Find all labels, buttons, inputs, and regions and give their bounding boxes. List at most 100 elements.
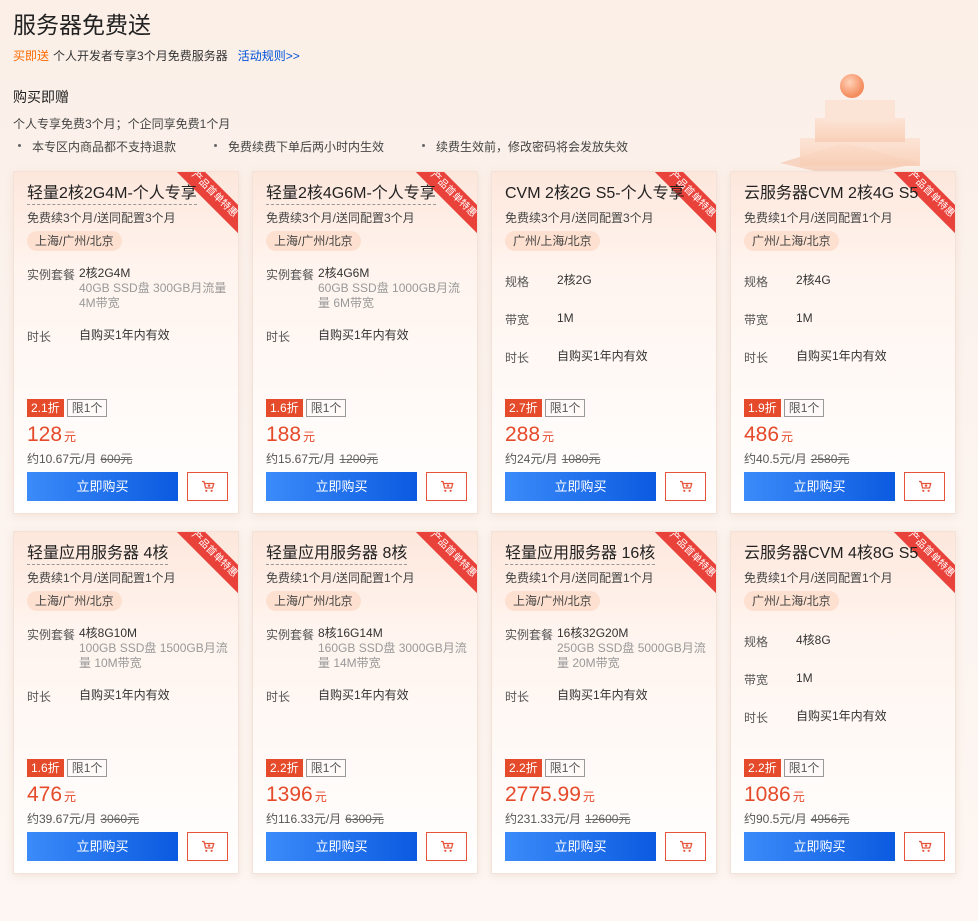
- region-badge[interactable]: 上海/广州/北京: [505, 591, 600, 611]
- activity-rules-link[interactable]: 活动规则>>: [238, 49, 300, 63]
- spec-main: 自购买1年内有效: [557, 688, 648, 702]
- spec-main: 自购买1年内有效: [318, 688, 409, 702]
- product-card: 产品首单特惠 轻量2核2G4M-个人专享 免费续3个月/送同配置3个月 上海/广…: [13, 171, 239, 514]
- spec-label: 时长: [744, 351, 769, 365]
- buy-now-button[interactable]: 立即购买: [505, 472, 656, 501]
- spec-label: 实例套餐: [27, 268, 76, 282]
- region-badge[interactable]: 上海/广州/北京: [27, 591, 122, 611]
- monthly-price: 约24元/月 1080元: [505, 450, 600, 467]
- page-title: 服务器免费送: [13, 12, 151, 38]
- spec-value: 自购买1年内有效: [318, 688, 468, 705]
- limit-badge: 限1个: [66, 759, 108, 777]
- buy-now-button[interactable]: 立即购买: [27, 832, 178, 861]
- card-title[interactable]: 轻量应用服务器 16核: [505, 544, 656, 565]
- spec-main: 自购买1年内有效: [796, 349, 887, 363]
- spec-value: 8核16G14M 160GB SSD盘 3000GB月流量 14M带宽: [318, 626, 468, 671]
- card-title[interactable]: 轻量应用服务器 8核: [266, 544, 408, 565]
- spec-main: 2核2G: [557, 273, 592, 287]
- spec-main: 自购买1年内有效: [796, 709, 887, 723]
- card-title[interactable]: CVM 2核2G S5-个人专享: [505, 184, 685, 204]
- buy-now-button[interactable]: 立即购买: [266, 472, 417, 501]
- spec-value: 16核32G20M 250GB SSD盘 5000GB月流量 20M带宽: [557, 626, 707, 671]
- spec-row: 实例套餐 2核4G6M 60GB SSD盘 1000GB月流量 6M带宽: [266, 266, 468, 311]
- monthly-price: 约116.33元/月 6300元: [266, 810, 384, 827]
- add-to-cart-button[interactable]: [904, 832, 945, 861]
- price-value: 486: [744, 423, 780, 446]
- spec-label: 规格: [505, 275, 530, 289]
- spec-main: 4核8G10M: [79, 626, 138, 640]
- cart-icon: [440, 840, 453, 852]
- spec-row: 实例套餐 4核8G10M 100GB SSD盘 1500GB月流量 10M带宽: [27, 626, 229, 671]
- spec-row: 带宽 1M: [744, 311, 946, 328]
- card-title[interactable]: 云服务器CVM 4核8G S5: [744, 544, 918, 564]
- cart-icon: [918, 480, 931, 492]
- price: 288 元: [505, 423, 554, 447]
- monthly-value: 约231.33元/月: [505, 812, 582, 826]
- spec-label: 时长: [27, 330, 52, 344]
- product-card: 产品首单特惠 轻量应用服务器 4核 免费续1个月/送同配置1个月 上海/广州/北…: [13, 531, 239, 874]
- price-value: 1396: [266, 783, 313, 806]
- region-badge[interactable]: 上海/广州/北京: [27, 231, 122, 251]
- card-subtitle: 免费续1个月/送同配置1个月: [744, 571, 893, 585]
- monthly-value: 约39.67元/月: [27, 812, 97, 826]
- discount-badge: 1.6折: [27, 759, 64, 777]
- spec-label: 时长: [505, 351, 530, 365]
- spec-label: 时长: [505, 690, 530, 704]
- card-title[interactable]: 轻量2核2G4M-个人专享: [27, 184, 197, 205]
- spec-value: 自购买1年内有效: [79, 328, 229, 345]
- add-to-cart-button[interactable]: [665, 832, 706, 861]
- card-subtitle: 免费续3个月/送同配置3个月: [266, 211, 415, 225]
- price: 188 元: [266, 423, 315, 447]
- card-title[interactable]: 轻量2核4G6M-个人专享: [266, 184, 436, 205]
- spec-value: 2核2G: [557, 273, 707, 290]
- spec-value: 4核8G10M 100GB SSD盘 1500GB月流量 10M带宽: [79, 626, 229, 671]
- spec-row: 规格 4核8G: [744, 633, 946, 650]
- spec-main: 自购买1年内有效: [79, 328, 170, 342]
- card-title[interactable]: 轻量应用服务器 4核: [27, 544, 169, 565]
- buy-now-button[interactable]: 立即购买: [27, 472, 178, 501]
- spec-main: 16核32G20M: [557, 626, 629, 640]
- spec-main: 1M: [557, 311, 574, 325]
- monthly-price: 约15.67元/月 1200元: [266, 450, 378, 467]
- buy-now-button[interactable]: 立即购买: [505, 832, 656, 861]
- spec-label: 带宽: [744, 313, 769, 327]
- spec-value: 2核2G4M 40GB SSD盘 300GB月流量 4M带宽: [79, 266, 229, 311]
- region-badge[interactable]: 上海/广州/北京: [266, 591, 361, 611]
- spec-row: 时长 自购买1年内有效: [266, 328, 468, 345]
- region-badge[interactable]: 广州/上海/北京: [505, 231, 600, 251]
- spec-label: 时长: [27, 690, 52, 704]
- monthly-value: 约40.5元/月: [744, 452, 807, 466]
- price-value: 1086: [744, 783, 791, 806]
- add-to-cart-button[interactable]: [426, 832, 467, 861]
- region-badge[interactable]: 上海/广州/北京: [266, 231, 361, 251]
- discount-badge: 2.1折: [27, 399, 64, 417]
- card-title[interactable]: 云服务器CVM 2核4G S5: [744, 184, 918, 204]
- spec-main: 1M: [796, 311, 813, 325]
- add-to-cart-button[interactable]: [187, 832, 228, 861]
- original-price: 600元: [100, 452, 133, 466]
- monthly-value: 约15.67元/月: [266, 452, 336, 466]
- buy-now-button[interactable]: 立即购买: [744, 832, 895, 861]
- region-badge[interactable]: 广州/上海/北京: [744, 231, 839, 251]
- monthly-price: 约231.33元/月 12600元: [505, 810, 630, 827]
- buy-now-button[interactable]: 立即购买: [266, 832, 417, 861]
- discount-row: 2.2折 限1个: [266, 759, 347, 777]
- spec-main: 自购买1年内有效: [318, 328, 409, 342]
- add-to-cart-button[interactable]: [187, 472, 228, 501]
- spec-main: 自购买1年内有效: [557, 349, 648, 363]
- spec-row: 实例套餐 16核32G20M 250GB SSD盘 5000GB月流量 20M带…: [505, 626, 707, 671]
- region-badge[interactable]: 广州/上海/北京: [744, 591, 839, 611]
- discount-row: 2.2折 限1个: [505, 759, 586, 777]
- price-value: 128: [27, 423, 63, 446]
- discount-row: 2.7折 限1个: [505, 399, 586, 417]
- spec-main: 8核16G14M: [318, 626, 383, 640]
- add-to-cart-button[interactable]: [665, 472, 706, 501]
- add-to-cart-button[interactable]: [426, 472, 467, 501]
- buy-now-button[interactable]: 立即购买: [744, 472, 895, 501]
- card-subtitle: 免费续1个月/送同配置1个月: [505, 571, 654, 585]
- spec-row: 时长 自购买1年内有效: [27, 328, 229, 345]
- product-card: 产品首单特惠 轻量应用服务器 16核 免费续1个月/送同配置1个月 上海/广州/…: [491, 531, 717, 874]
- add-to-cart-button[interactable]: [904, 472, 945, 501]
- price: 486 元: [744, 423, 793, 447]
- original-price: 1200元: [339, 452, 379, 466]
